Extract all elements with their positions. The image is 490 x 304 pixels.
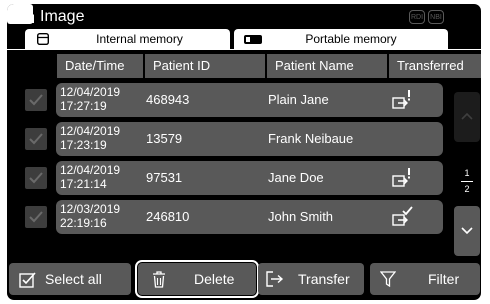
table-row[interactable]: 12/04/2019 17:21:14 97531 Jane Doe: [25, 161, 443, 195]
trash-icon: [153, 271, 165, 288]
cell-patient-name: Plain Jane: [268, 92, 329, 107]
cell-patient-name: John Smith: [268, 209, 334, 224]
row-panel[interactable]: 12/04/2019 17:23:19 13579 Frank Neibaue: [56, 122, 443, 156]
page-total: 2: [464, 184, 470, 194]
check-icon: [29, 211, 43, 223]
transfer-warning-icon: [392, 90, 410, 109]
column-header-patient-id[interactable]: Patient ID: [145, 54, 265, 78]
row-checkbox[interactable]: [25, 167, 47, 189]
tab-internal-memory[interactable]: Internal memory: [25, 29, 230, 49]
select-all-label: Select all: [45, 271, 102, 287]
cell-patient-name: Frank Neibaue: [268, 131, 354, 146]
cell-patient-id: 246810: [146, 209, 190, 224]
cell-patient-id: 468943: [146, 92, 190, 107]
row-panel[interactable]: 12/03/2019 22:19:16 246810 John Smith: [56, 200, 443, 234]
tab-divider: [7, 49, 481, 50]
cell-time: 17:27:19: [60, 99, 107, 113]
cell-date: 12/04/2019: [60, 124, 121, 138]
table-row[interactable]: 12/03/2019 22:19:16 246810 John Smith: [25, 200, 443, 234]
table-row[interactable]: 12/04/2019 17:23:19 13579 Frank Neibaue: [25, 122, 443, 156]
filter-icon: [380, 271, 396, 287]
row-checkbox[interactable]: [25, 206, 47, 228]
transfer-label: Transfer: [298, 271, 350, 287]
transfer-icon: [266, 271, 284, 287]
column-header-patient-name[interactable]: Patient Name: [267, 54, 387, 78]
cell-date: 12/04/2019: [60, 85, 121, 99]
tab-portable-memory[interactable]: Portable memory: [234, 29, 448, 49]
filter-button[interactable]: Filter: [370, 263, 480, 295]
transfer-done-icon: [392, 206, 413, 226]
info-button[interactable]: i: [7, 4, 246, 24]
check-icon: [29, 172, 43, 184]
page-divider: [461, 181, 473, 182]
scroll-down-button[interactable]: [454, 206, 480, 256]
tab-portable-memory-label: Portable memory: [305, 32, 397, 46]
check-icon: [29, 94, 43, 106]
cell-time: 17:23:19: [60, 138, 107, 152]
memory-icon: [37, 33, 49, 45]
cell-patient-name: Jane Doe: [268, 170, 324, 185]
column-header-date-time[interactable]: Date/Time: [57, 54, 143, 78]
page-current: 1: [464, 168, 470, 178]
row-panel[interactable]: 12/04/2019 17:21:14 97531 Jane Doe: [56, 161, 443, 195]
cell-patient-id: 13579: [146, 131, 183, 146]
cell-time: 17:21:14: [60, 177, 107, 191]
column-header-transferred[interactable]: Transferred: [389, 54, 481, 78]
row-checkbox[interactable]: [25, 89, 47, 111]
check-icon: [29, 133, 43, 145]
delete-label: Delete: [194, 271, 235, 287]
select-all-icon: [19, 272, 36, 288]
table-row[interactable]: 12/04/2019 17:27:19 468943 Plain Jane: [25, 83, 443, 117]
row-panel[interactable]: 12/04/2019 17:27:19 468943 Plain Jane: [56, 83, 443, 117]
image-window: Image RDI NBI Internal memory Portable m…: [7, 4, 481, 300]
scroll-up-button[interactable]: [454, 92, 480, 142]
chevron-up-icon: [461, 112, 473, 120]
select-all-button[interactable]: Select all: [9, 263, 131, 295]
info-icon: i: [241, 5, 247, 22]
row-checkbox[interactable]: [25, 128, 47, 150]
delete-button[interactable]: Delete: [135, 260, 259, 298]
filter-label: Filter: [428, 271, 460, 287]
transfer-warning-icon: [392, 168, 410, 187]
cell-patient-id: 97531: [146, 170, 183, 185]
cell-date: 12/03/2019: [60, 202, 121, 216]
chevron-down-icon: [461, 227, 473, 235]
page-indicator: 1 2: [454, 146, 480, 206]
transfer-button[interactable]: Transfer: [258, 263, 364, 295]
cell-date: 12/04/2019: [60, 163, 121, 177]
cell-time: 22:19:16: [60, 216, 107, 230]
tab-internal-memory-label: Internal memory: [96, 32, 183, 46]
